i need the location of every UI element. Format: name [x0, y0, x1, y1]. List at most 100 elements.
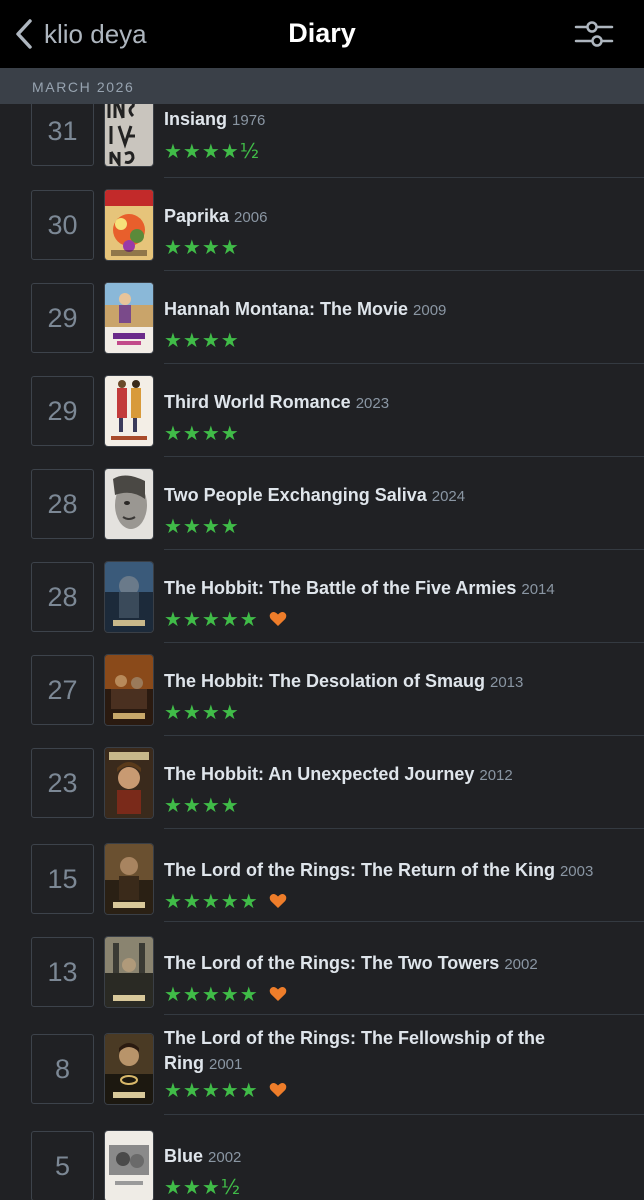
rating: ★★★★: [164, 421, 240, 445]
heart-icon: [269, 894, 286, 908]
day-box: 27: [31, 655, 94, 725]
diary-entry[interactable]: 31 Insiang 1976 ★★★★½: [0, 104, 644, 178]
star-rating: ★★★★★: [164, 982, 259, 1006]
film-title: Paprika 2006: [164, 204, 624, 230]
poster-blue: [105, 1131, 153, 1200]
film-title: Third World Romance 2023: [164, 390, 624, 416]
day-box: 28: [31, 469, 94, 539]
day-box: 29: [31, 376, 94, 446]
rating: ★★★★★: [164, 1078, 287, 1102]
film-name: Blue: [164, 1146, 204, 1166]
rating: ★★★★: [164, 235, 240, 259]
day-box: 31: [31, 104, 94, 166]
month-label: MARCH 2026: [32, 79, 135, 95]
film-name: Insiang: [164, 109, 228, 129]
rating: ★★★★★: [164, 889, 287, 913]
film-year: 2002: [504, 956, 538, 973]
film-year: 2006: [234, 209, 268, 226]
day-box: 30: [31, 190, 94, 260]
diary-entry[interactable]: 29 Hannah Montana: The Movie 2009 ★★★★: [0, 271, 644, 364]
poster-insiang: [105, 104, 153, 166]
day-box: 8: [31, 1034, 94, 1104]
rating: ★★★½: [164, 1175, 241, 1199]
film-year: 2012: [479, 767, 513, 784]
film-name: The Hobbit: The Desolation of Smaug: [164, 671, 485, 691]
star-rating: ★★★★: [164, 328, 240, 352]
filter-button[interactable]: [570, 16, 618, 52]
film-title: The Hobbit: The Battle of the Five Armie…: [164, 576, 624, 602]
day-box: 13: [31, 937, 94, 1007]
rating: ★★★★: [164, 793, 240, 817]
diary-entry[interactable]: 28 The Hobbit: The Battle of the Five Ar…: [0, 550, 644, 643]
film-name: The Hobbit: An Unexpected Journey: [164, 764, 475, 784]
diary-entry[interactable]: 8 The Lord of the Rings: The Fellowship …: [0, 1015, 644, 1115]
film-title: Two People Exchanging Saliva 2024: [164, 483, 624, 509]
star-rating: ★★★★: [164, 793, 240, 817]
star-rating: ★★★★: [164, 421, 240, 445]
film-title: The Lord of the Rings: The Two Towers 200…: [164, 951, 624, 977]
day-box: 29: [31, 283, 94, 353]
diary-entry[interactable]: 30 Paprika 2006 ★★★★: [0, 178, 644, 271]
day-box: 23: [31, 748, 94, 818]
rating: ★★★★★: [164, 982, 287, 1006]
diary-entry[interactable]: 15 The Lord of the Rings: The Return of …: [0, 829, 644, 922]
film-year: 2023: [355, 395, 390, 412]
film-title: The Lord of the Rings: The Fellowship of…: [164, 1026, 624, 1077]
star-rating: ★★★★: [164, 700, 240, 724]
film-year: 2002: [208, 1149, 242, 1166]
poster-hannah-montana: [105, 283, 153, 353]
poster-lotr-fellowship: [105, 1034, 153, 1104]
page-title: Diary: [288, 18, 356, 48]
heart-icon: [269, 612, 286, 626]
film-year: 2014: [521, 581, 555, 598]
star-rating: ★★★★★: [164, 1078, 259, 1102]
rating: ★★★★½: [164, 139, 260, 163]
diary-list: 31 Insiang 1976 ★★★★½ 30 Paprika 2006 ★★…: [0, 104, 644, 1200]
film-title: Hannah Montana: The Movie 2009: [164, 297, 624, 323]
film-title: Insiang 1976: [164, 107, 624, 133]
poster-two-people-exchanging-saliva: [105, 469, 153, 539]
film-name: Paprika: [164, 206, 230, 226]
rating: ★★★★: [164, 514, 240, 538]
day-box: 15: [31, 844, 94, 914]
film-year: 2024: [431, 488, 466, 505]
rating: ★★★★: [164, 700, 240, 724]
diary-entry[interactable]: 23 The Hobbit: An Unexpected Journey 2012…: [0, 736, 644, 829]
sliders-icon: [574, 21, 614, 47]
poster-hobbit-five-armies: [105, 562, 153, 632]
star-rating: ★★★½: [164, 1175, 242, 1199]
diary-entry[interactable]: 13 The Lord of the Rings: The Two Towers…: [0, 922, 644, 1015]
film-title: The Hobbit: The Desolation of Smaug 2013: [164, 669, 624, 695]
star-rating: ★★★★: [164, 235, 240, 259]
diary-entry[interactable]: 5 Blue 2002 ★★★½: [0, 1115, 644, 1200]
poster-paprika: [105, 190, 153, 260]
poster-lotr-return-of-the-king: [105, 844, 153, 914]
film-year: 2001: [209, 1056, 243, 1073]
poster-hobbit-desolation-of-smaug: [105, 655, 153, 725]
rating: ★★★★★: [164, 607, 287, 631]
rating: ★★★★: [164, 328, 240, 352]
star-rating: ★★★★★: [164, 607, 259, 631]
heart-icon: [269, 1083, 286, 1097]
film-title: Blue 2002: [164, 1144, 624, 1170]
film-year: 2009: [413, 302, 447, 319]
day-box: 5: [31, 1131, 94, 1200]
diary-entry[interactable]: 29 Third World Romance 2023 ★★★★: [0, 364, 644, 457]
poster-third-world-romance: [105, 376, 153, 446]
film-year: 1976: [232, 112, 266, 129]
diary-entry[interactable]: 27 The Hobbit: The Desolation of Smaug 20…: [0, 643, 644, 736]
star-rating: ★★★★½: [164, 139, 261, 163]
film-year: 2013: [490, 674, 524, 691]
diary-entry[interactable]: 28 Two People Exchanging Saliva 2024 ★★★★: [0, 457, 644, 550]
film-name: The Lord of the Rings: The Return of the…: [164, 860, 555, 880]
film-name: The Lord of the Rings: The Two Towers: [164, 953, 500, 973]
star-rating: ★★★★★: [164, 889, 259, 913]
film-title: The Lord of the Rings: The Return of the…: [164, 858, 624, 884]
poster-hobbit-unexpected-journey: [105, 748, 153, 818]
star-rating: ★★★★: [164, 514, 240, 538]
heart-icon: [269, 987, 286, 1001]
film-name: Hannah Montana: The Movie: [164, 299, 409, 319]
top-bar: klio deya Diary: [0, 0, 644, 68]
month-header: MARCH 2026: [0, 68, 644, 104]
film-name: Third World Romance: [164, 392, 351, 412]
